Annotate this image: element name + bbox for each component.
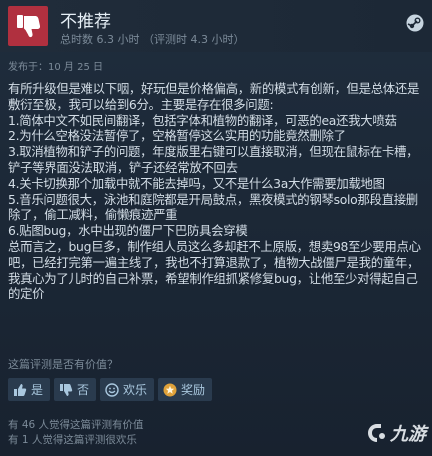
review-body: 有所升级但是难以下咽，好玩但是价格偏高，新的模式有创新，但是总体还是敷衍至极，我… xyxy=(8,81,421,302)
vote-no-button[interactable]: 否 xyxy=(54,378,97,401)
thumbs-down-icon xyxy=(17,15,41,38)
award-button[interactable]: 奖励 xyxy=(158,378,213,401)
steam-icon xyxy=(406,14,424,32)
funny-count: 有 1 人觉得这篇评测很欢乐 xyxy=(8,434,137,446)
award-icon xyxy=(163,383,177,397)
award-label: 奖励 xyxy=(181,383,206,397)
watermark-text: 九游 xyxy=(390,424,426,445)
helpful-count: 有 46 人觉得这篇评测有价值 xyxy=(8,419,144,431)
vote-funny-button[interactable]: 欢乐 xyxy=(100,378,155,401)
playtime-hours: 总时数 6.3 小时 （评测时 4.3 小时） xyxy=(60,33,245,46)
vote-yes-label: 是 xyxy=(31,383,44,397)
review-content: 发布于：10 月 25 日 有所升级但是难以下咽，好玩但是价格偏高，新的模式有创… xyxy=(8,58,426,302)
helpful-prompt: 这篇评测是否有价值？ xyxy=(8,358,118,371)
thumbs-up-icon xyxy=(13,383,27,397)
review-verdict: 不推荐 xyxy=(60,12,111,32)
review-header: 不推荐 总时数 6.3 小时 （评测时 4.3 小时） xyxy=(0,0,432,52)
vote-funny-label: 欢乐 xyxy=(123,383,148,397)
vote-buttons: 是 否 欢乐 奖励 xyxy=(8,378,213,402)
posted-date: 发布于：10 月 25 日 xyxy=(8,62,103,73)
site-watermark: 九游 xyxy=(366,420,426,446)
review-stats: 有 46 人觉得这篇评测有价值 有 1 人觉得这篇评测很欢乐 xyxy=(8,418,144,448)
watermark-logo-icon xyxy=(368,424,385,442)
thumbs-down-icon xyxy=(59,383,73,397)
review-card: 不推荐 总时数 6.3 小时 （评测时 4.3 小时） 发布于：10 月 25 … xyxy=(0,0,432,456)
vote-no-label: 否 xyxy=(77,383,90,397)
not-recommended-badge xyxy=(8,6,48,46)
smiley-icon xyxy=(105,382,119,397)
vote-yes-button[interactable]: 是 xyxy=(8,378,51,401)
